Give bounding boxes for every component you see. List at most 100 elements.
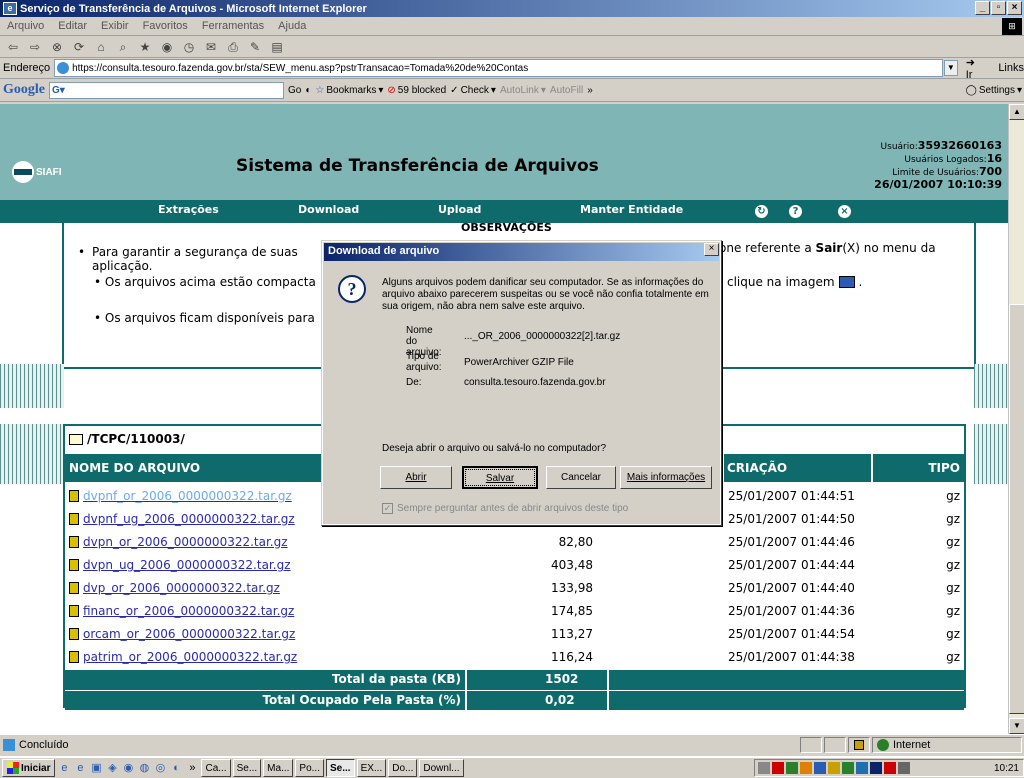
task-button[interactable]: Po...	[295, 759, 324, 777]
save-button[interactable]: Salvar	[462, 466, 538, 489]
status-bar: Concluído Internet	[0, 734, 1024, 754]
task-button[interactable]: Do...	[388, 759, 418, 777]
print-icon[interactable]: ⎙	[224, 39, 242, 55]
refresh-icon[interactable]: ⟳	[70, 39, 88, 55]
menu-exibir[interactable]: Exibir	[98, 20, 132, 32]
scroll-thumb[interactable]	[1009, 304, 1024, 714]
tray-app-icon[interactable]	[842, 762, 854, 774]
ie-quicklaunch-icon[interactable]: e	[73, 761, 87, 775]
menu-favoritos[interactable]: Favoritos	[140, 20, 191, 32]
nav-download[interactable]: Download	[298, 203, 359, 216]
app-quicklaunch-icon[interactable]: ◉	[121, 761, 135, 775]
archive-image-icon[interactable]	[838, 276, 855, 288]
stop-icon[interactable]: ⊗	[48, 39, 66, 55]
vertical-scrollbar[interactable]: ▲ ▼	[1008, 104, 1024, 734]
task-button-active[interactable]: Se...	[325, 759, 355, 777]
file-icon	[69, 490, 79, 502]
app-quicklaunch-icon[interactable]: ◍	[137, 761, 151, 775]
tray-app-icon[interactable]	[772, 762, 784, 774]
bookmarks-button[interactable]: ☆ Bookmarks ▾	[315, 85, 383, 96]
nav-upload[interactable]: Upload	[438, 203, 481, 216]
address-input[interactable]: https://consulta.tesouro.fazenda.gov.br/…	[54, 59, 944, 77]
mail-icon[interactable]: ✉	[202, 39, 220, 55]
menu-ajuda[interactable]: Ajuda	[275, 20, 309, 32]
edit-icon[interactable]: ✎	[246, 39, 264, 55]
links-button[interactable]: Links	[998, 62, 1024, 74]
google-logo[interactable]: Google	[3, 82, 45, 98]
file-link[interactable]: orcam_or_2006_0000000322.tar.gz	[69, 627, 295, 641]
tray-app-icon[interactable]	[814, 762, 826, 774]
tray-app-icon[interactable]	[856, 762, 868, 774]
siafi-logo-icon	[12, 161, 34, 183]
dialog-close-button[interactable]: ×	[704, 243, 719, 256]
menu-ferramentas[interactable]: Ferramentas	[199, 20, 267, 32]
app-quicklaunch-icon[interactable]: ◎	[153, 761, 167, 775]
app-quicklaunch-icon[interactable]: ◈	[105, 761, 119, 775]
nav-extracoes[interactable]: Extrações	[158, 203, 219, 216]
file-link[interactable]: dvpn_ug_2006_0000000322.tar.gz	[69, 558, 291, 572]
more-chevron[interactable]: »	[587, 85, 593, 96]
cancel-button[interactable]: Cancelar	[546, 466, 616, 489]
always-ask-checkbox[interactable]: ✓ Sempre perguntar antes de abrir arquivo…	[382, 503, 628, 514]
go-button[interactable]: ➜ Ir	[966, 56, 985, 81]
spell-check-button[interactable]: ✓ Check ▾	[450, 85, 496, 96]
pagerank-icon: ◐	[305, 84, 312, 96]
tray-app-icon[interactable]	[800, 762, 812, 774]
start-button[interactable]: Iniciar	[2, 759, 56, 777]
file-link[interactable]: dvpn_or_2006_0000000322.tar.gz	[69, 535, 288, 549]
exit-circle-icon[interactable]: ×	[838, 205, 851, 218]
favorites-icon[interactable]: ★	[136, 39, 154, 55]
file-link[interactable]: dvp_or_2006_0000000322.tar.gz	[69, 581, 280, 595]
ie-quicklaunch-icon[interactable]: e	[57, 761, 71, 775]
menu-editar[interactable]: Editar	[55, 20, 90, 32]
open-button[interactable]: Abrir	[380, 466, 452, 489]
nav-manter-entidade[interactable]: Manter Entidade	[580, 203, 683, 216]
home-icon[interactable]: ⌂	[92, 39, 110, 55]
menu-arquivo[interactable]: Arquivo	[4, 20, 47, 32]
file-link[interactable]: dvpnf_ug_2006_0000000322.tar.gz	[69, 512, 295, 526]
tray-app-icon[interactable]	[884, 762, 896, 774]
file-link[interactable]: financ_or_2006_0000000322.tar.gz	[69, 604, 294, 618]
search-icon[interactable]: ⌕	[114, 39, 132, 55]
minimize-button[interactable]: _	[975, 1, 990, 15]
checkbox-check-icon[interactable]: ✓	[382, 503, 393, 514]
address-dropdown-icon[interactable]: ▼	[944, 60, 958, 76]
tray-app-icon[interactable]	[786, 762, 798, 774]
tray-app-icon[interactable]	[828, 762, 840, 774]
file-icon	[69, 605, 79, 617]
quicklaunch-more-icon[interactable]: »	[185, 761, 199, 775]
file-link[interactable]: patrim_or_2006_0000000322.tar.gz	[69, 650, 297, 664]
app-quicklaunch-icon[interactable]: ◐	[169, 761, 183, 775]
more-info-button[interactable]: Mais informações	[620, 466, 712, 489]
popup-blocked-button[interactable]: ⊘ 59 blocked	[387, 85, 446, 96]
google-search-input[interactable]: G ▾	[49, 81, 284, 99]
total-pct-label: Total Ocupado Pela Pasta (%)	[262, 693, 461, 707]
autofill-button[interactable]: AutoFill	[550, 85, 583, 96]
tray-app-icon[interactable]	[898, 762, 910, 774]
scroll-up-button[interactable]: ▲	[1009, 104, 1024, 120]
settings-button[interactable]: ◯ Settings ▾	[966, 85, 1022, 96]
desktop-quicklaunch-icon[interactable]: ▣	[89, 761, 103, 775]
discuss-icon[interactable]: ▤	[268, 39, 286, 55]
close-button[interactable]: ×	[1007, 1, 1022, 15]
help-circle-icon[interactable]: ?	[789, 205, 802, 218]
col-separator	[607, 691, 609, 711]
task-button[interactable]: EX...	[356, 759, 387, 777]
history-icon[interactable]: ◷	[180, 39, 198, 55]
file-icon	[69, 513, 79, 525]
media-icon[interactable]: ◉	[158, 39, 176, 55]
forward-icon[interactable]: ⇨	[26, 39, 44, 55]
refresh-circle-icon[interactable]: ↻	[755, 205, 768, 218]
task-button[interactable]: Ma...	[263, 759, 294, 777]
scroll-down-button[interactable]: ▼	[1009, 718, 1024, 734]
file-link[interactable]: dvpnf_or_2006_0000000322.tar.gz	[69, 489, 292, 503]
task-button[interactable]: Ca...	[201, 759, 231, 777]
google-go-button[interactable]: Go	[288, 85, 301, 96]
restore-button[interactable]: ▫	[991, 1, 1006, 15]
task-button[interactable]: Downl...	[419, 759, 464, 777]
autolink-button[interactable]: AutoLink ▾	[500, 85, 546, 96]
task-button[interactable]: Se...	[232, 759, 262, 777]
volume-icon[interactable]	[758, 762, 770, 774]
back-icon[interactable]: ⇦	[4, 39, 22, 55]
tray-app-icon[interactable]	[870, 762, 882, 774]
